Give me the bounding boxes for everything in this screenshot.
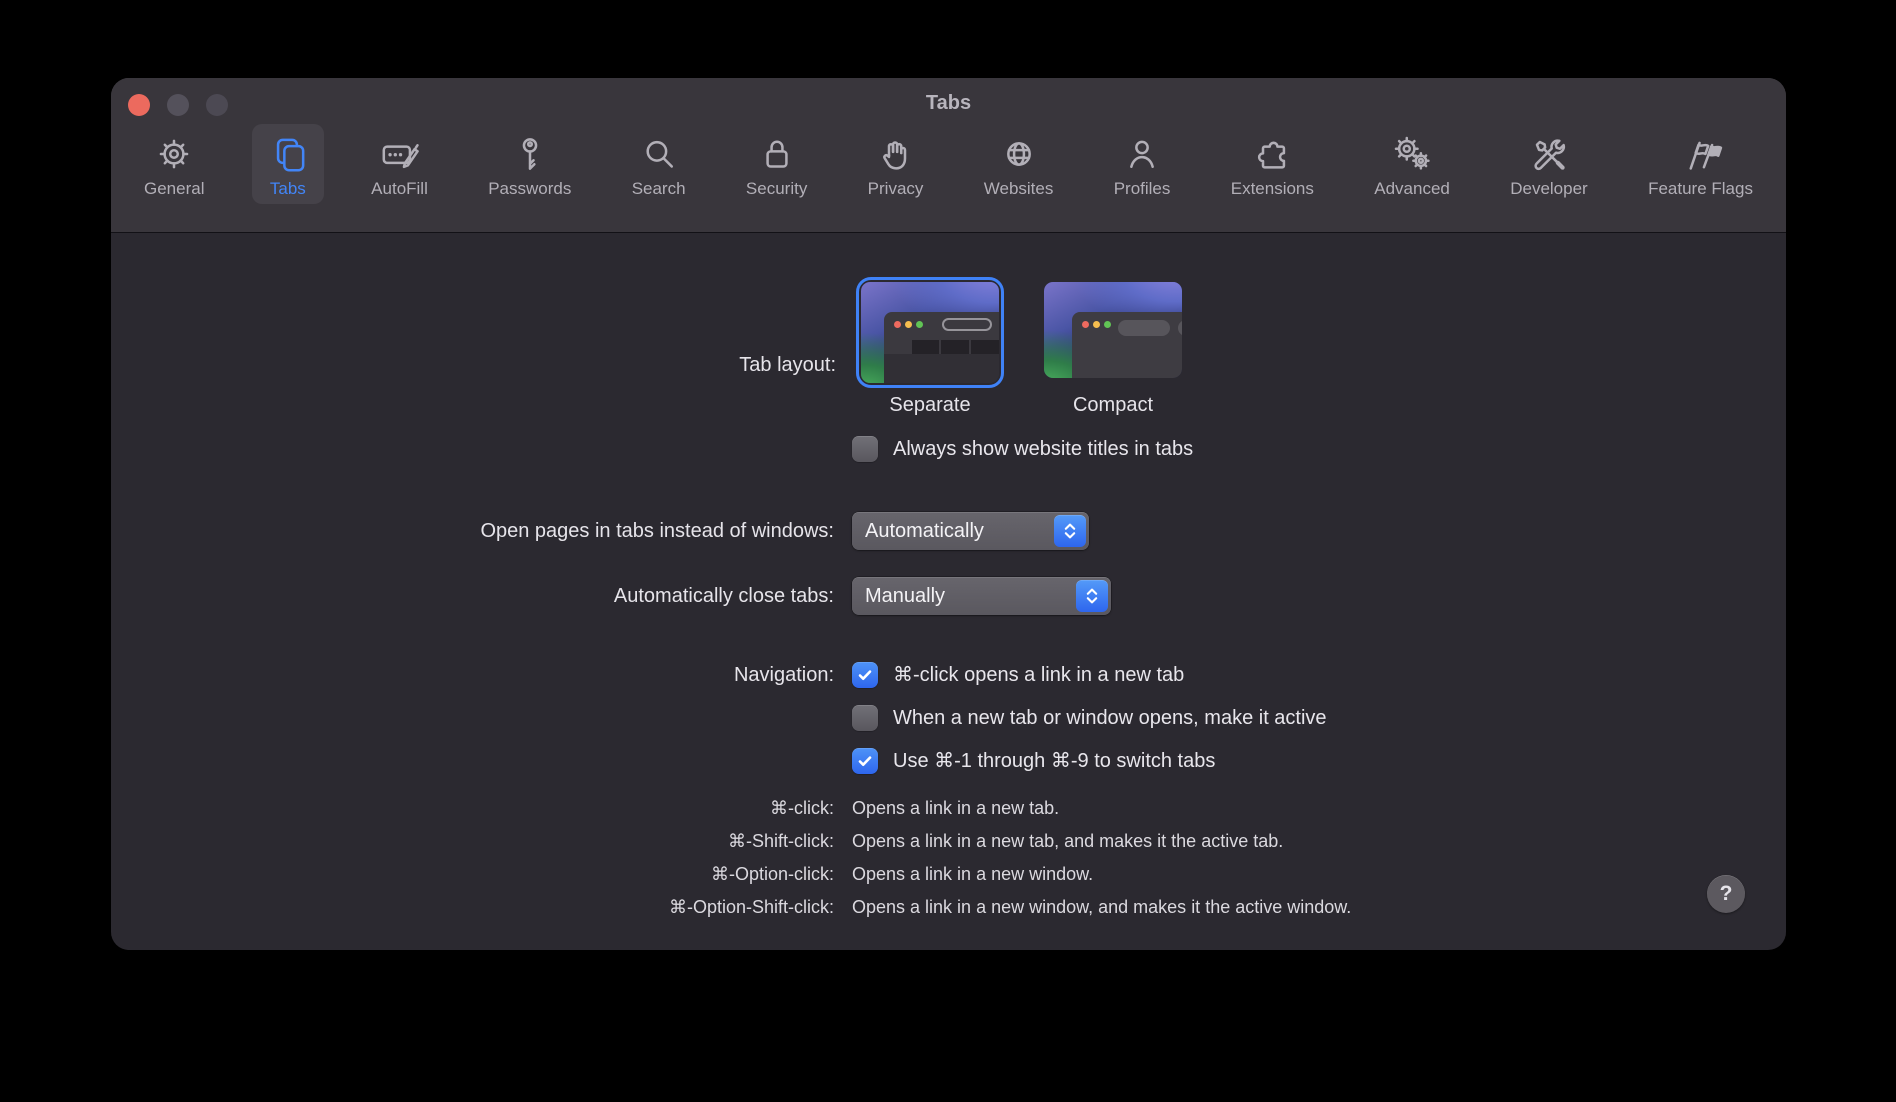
- close-tabs-popup-value: Manually: [865, 585, 945, 608]
- toolbar-item-advanced[interactable]: Advanced: [1361, 124, 1463, 204]
- checkbox-label: Use ⌘-1 through ⌘-9 to switch tabs: [893, 748, 1215, 774]
- checkbox-label: When a new tab or window opens, make it …: [893, 705, 1327, 731]
- shortcut-description: Opens a link in a new tab.: [852, 796, 1786, 820]
- toolbar-item-general[interactable]: General: [131, 124, 217, 204]
- open-pages-popup-value: Automatically: [865, 520, 984, 543]
- close-tabs-label: Automatically close tabs:: [111, 583, 834, 609]
- desktop: Tabs General Tabs AutoFill Passwords Sea…: [0, 0, 1896, 1102]
- shortcut-row: ⌘-Option-Shift-click: Opens a link in a …: [111, 895, 1786, 919]
- always-show-titles-row: Always show website titles in tabs: [852, 436, 1193, 462]
- toolbar-item-privacy[interactable]: Privacy: [855, 124, 937, 204]
- tools-icon: [1526, 131, 1572, 177]
- window-preview-image: [1044, 282, 1182, 378]
- close-tabs-popup[interactable]: Manually: [852, 577, 1111, 615]
- toolbar-item-websites[interactable]: Websites: [971, 124, 1067, 204]
- person-icon: [1119, 131, 1165, 177]
- tab-layout-thumbnail-compact[interactable]: [1044, 282, 1182, 378]
- gear-icon: [151, 131, 197, 177]
- nav-checkbox-row: ⌘-click opens a link in a new tab: [852, 662, 1327, 688]
- lock-icon: [754, 131, 800, 177]
- toolbar-item-security[interactable]: Security: [733, 124, 820, 204]
- shortcut-key: ⌘-Shift-click:: [111, 829, 834, 853]
- settings-toolbar: General Tabs AutoFill Passwords Search S…: [111, 124, 1786, 228]
- magnifier-icon: [636, 131, 682, 177]
- shortcut-row: ⌘-Shift-click: Opens a link in a new tab…: [111, 829, 1786, 853]
- shortcut-help-list: ⌘-click: Opens a link in a new tab. ⌘-Sh…: [111, 796, 1786, 928]
- gears-icon: [1389, 131, 1435, 177]
- checkbox-when-a-new-tab-or-window-opens-make-it-a[interactable]: [852, 705, 878, 731]
- window-title: Tabs: [111, 92, 1786, 115]
- toolbar-item-search[interactable]: Search: [619, 124, 699, 204]
- tab-layout-label: Tab layout:: [111, 352, 836, 378]
- tab-layout-thumbnail-separate[interactable]: [856, 277, 1004, 388]
- checkbox-use-1-through-9-to-switch-tabs[interactable]: [852, 748, 878, 774]
- tab-layout-option-label: Separate: [856, 394, 1004, 417]
- tabs-icon: [265, 131, 311, 177]
- shortcut-key: ⌘-Option-click:: [111, 862, 834, 886]
- shortcut-key: ⌘-Option-Shift-click:: [111, 895, 834, 919]
- tab-layout-options: Separate Compact: [856, 277, 1182, 422]
- autofill-icon: [377, 131, 423, 177]
- popup-stepper-icon: [1054, 515, 1086, 547]
- flags-icon: [1678, 131, 1724, 177]
- window-chrome: Tabs General Tabs AutoFill Passwords Sea…: [111, 78, 1786, 233]
- shortcut-description: Opens a link in a new window.: [852, 862, 1786, 886]
- safari-settings-window: Tabs General Tabs AutoFill Passwords Sea…: [111, 78, 1786, 950]
- tab-layout-option-separate: Separate: [856, 277, 1004, 422]
- toolbar-item-tabs[interactable]: Tabs: [252, 124, 324, 204]
- shortcut-row: ⌘-Option-click: Opens a link in a new wi…: [111, 862, 1786, 886]
- navigation-checkboxes: ⌘-click opens a link in a new tab When a…: [852, 662, 1327, 774]
- puzzle-icon: [1249, 131, 1295, 177]
- toolbar-item-extensions[interactable]: Extensions: [1218, 124, 1327, 204]
- nav-checkbox-row: When a new tab or window opens, make it …: [852, 705, 1327, 731]
- toolbar-item-autofill[interactable]: AutoFill: [358, 124, 441, 204]
- shortcut-description: Opens a link in a new window, and makes …: [852, 895, 1786, 919]
- always-show-titles-checkbox[interactable]: [852, 436, 878, 462]
- popup-stepper-icon: [1076, 580, 1108, 612]
- help-button[interactable]: ?: [1707, 875, 1745, 913]
- tab-layout-option-compact: Compact: [1044, 277, 1182, 422]
- always-show-titles-label: Always show website titles in tabs: [893, 436, 1193, 462]
- open-pages-label: Open pages in tabs instead of windows:: [111, 518, 834, 544]
- checkbox-label: ⌘-click opens a link in a new tab: [893, 662, 1184, 688]
- toolbar-item-developer[interactable]: Developer: [1497, 124, 1601, 204]
- checkbox-click-opens-a-link-in-a-new-tab[interactable]: [852, 662, 878, 688]
- question-mark-icon: ?: [1720, 882, 1733, 906]
- tab-layout-option-label: Compact: [1044, 394, 1182, 417]
- toolbar-item-profiles[interactable]: Profiles: [1101, 124, 1184, 204]
- toolbar-item-feature-flags[interactable]: Feature Flags: [1635, 124, 1766, 204]
- shortcut-description: Opens a link in a new tab, and makes it …: [852, 829, 1786, 853]
- toolbar-item-passwords[interactable]: Passwords: [475, 124, 584, 204]
- open-pages-popup[interactable]: Automatically: [852, 512, 1089, 550]
- globe-icon: [996, 131, 1042, 177]
- navigation-label: Navigation:: [111, 662, 834, 688]
- window-preview-image: [861, 282, 999, 383]
- nav-checkbox-row: Use ⌘-1 through ⌘-9 to switch tabs: [852, 748, 1327, 774]
- shortcut-key: ⌘-click:: [111, 796, 834, 820]
- shortcut-row: ⌘-click: Opens a link in a new tab.: [111, 796, 1786, 820]
- hand-icon: [873, 131, 919, 177]
- key-icon: [507, 131, 553, 177]
